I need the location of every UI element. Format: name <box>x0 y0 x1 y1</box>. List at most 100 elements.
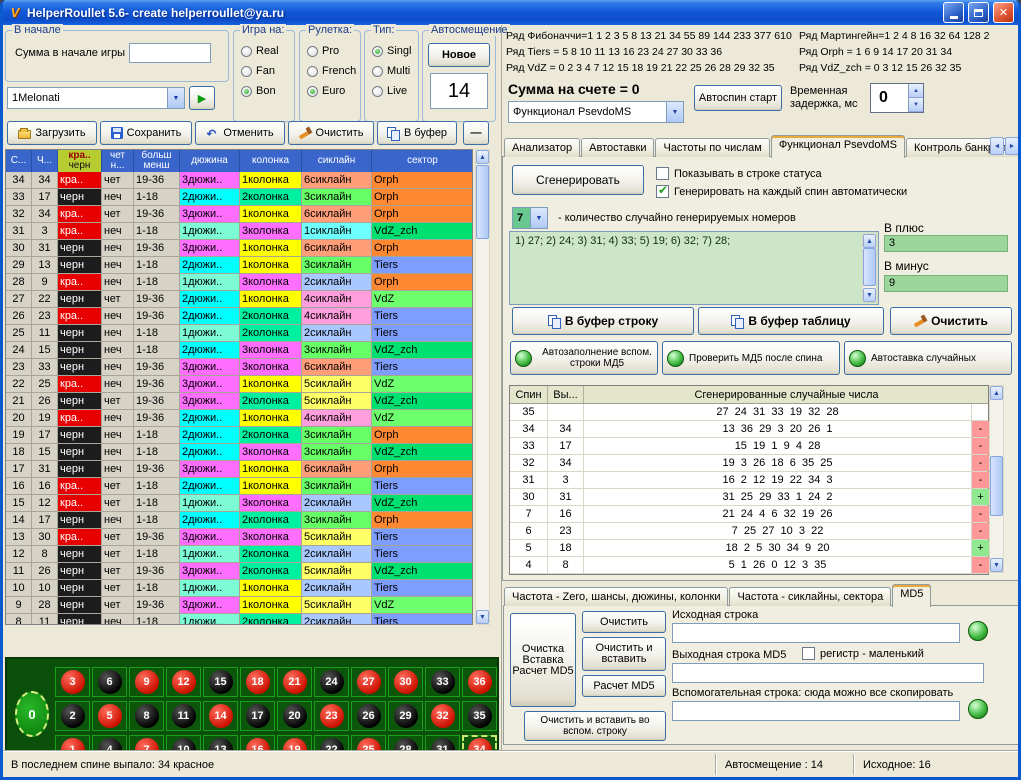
board-cell-32[interactable]: 32 <box>425 701 460 731</box>
tab-number-frequencies[interactable]: Частоты по числам <box>655 138 769 157</box>
history-row-21[interactable]: 2126чернчет19-363дюжи..2колонка5сиклайнV… <box>6 393 472 410</box>
tab-freq-zero-chances-dozens[interactable]: Частота - Zero, шансы, дюжины, колонки <box>504 587 728 606</box>
scroll-down-icon[interactable]: ▼ <box>863 288 876 302</box>
board-cell-3[interactable]: 3 <box>55 667 90 697</box>
radio-real[interactable]: Real <box>237 41 293 61</box>
history-row-32[interactable]: 3234кра..чет19-363дюжи..1колонка6сиклайн… <box>6 206 472 223</box>
random-row-4[interactable]: 485 1 26 0 12 3 35- <box>510 557 988 574</box>
board-cell-15[interactable]: 15 <box>203 667 238 697</box>
radio-pro[interactable]: Pro <box>303 41 359 61</box>
board-cell-6[interactable]: 6 <box>92 667 127 697</box>
clear-button[interactable]: Очистить <box>288 121 374 145</box>
history-row-11[interactable]: 1126чернчет19-363дюжи..2колонка5сиклайнV… <box>6 563 472 580</box>
board-cell-35[interactable]: 35 <box>462 701 497 731</box>
autobet-random-button[interactable]: Автоставка случайных <box>844 341 1012 375</box>
random-row-35[interactable]: 3527 24 31 33 19 32 28 <box>510 404 988 421</box>
radio-bon[interactable]: Bon <box>237 81 293 101</box>
board-cell-33[interactable]: 33 <box>425 667 460 697</box>
copy-line-button[interactable]: В буфер строку <box>512 307 694 335</box>
history-row-16[interactable]: 1616кра..чет1-182дюжи..1колонка3сиклайнT… <box>6 478 472 495</box>
md5-output-input[interactable] <box>672 663 984 683</box>
board-cell-11[interactable]: 11 <box>166 701 201 731</box>
random-row-34[interactable]: 343413 36 29 3 20 26 1- <box>510 421 988 438</box>
md5-clear-paste-aux-button[interactable]: Очистить и вставить во вспом. строку <box>524 711 666 741</box>
generate-button[interactable]: Сгенерировать <box>512 165 644 195</box>
checkbox-lowercase[interactable]: регистр - маленький <box>802 647 924 660</box>
radio-french[interactable]: French <box>303 61 359 81</box>
random-row-5[interactable]: 51818 2 5 30 34 9 20+ <box>510 540 988 557</box>
scroll-thumb[interactable] <box>990 456 1003 516</box>
history-row-13[interactable]: 1330кра..чет19-363дюжи..3колонка5сиклайн… <box>6 529 472 546</box>
scroll-down-icon[interactable]: ▼ <box>476 610 489 624</box>
history-row-23[interactable]: 2333черннеч19-363дюжи..3колонка6сиклайнT… <box>6 359 472 376</box>
autospin-start-button[interactable]: Автоспин старт <box>694 85 782 111</box>
board-cell-23[interactable]: 23 <box>314 701 349 731</box>
history-row-15[interactable]: 1512кра..чет1-181дюжи..3колонка2сиклайнV… <box>6 495 472 512</box>
tab-pseudoms-functional[interactable]: Функционал PsevdoMS <box>771 135 905 158</box>
undo-button[interactable]: Отменить <box>195 121 285 145</box>
copy-button[interactable]: В буфер <box>377 121 457 145</box>
minimize-button[interactable] <box>943 2 964 23</box>
radio-multi[interactable]: Multi <box>368 61 417 81</box>
history-row-10[interactable]: 1010чернчет1-181дюжи..1колонка2сиклайнTi… <box>6 580 472 597</box>
tab-freq-sixlines-sectors[interactable]: Частота - сиклайны, сектора <box>729 587 891 606</box>
history-row-8[interactable]: 811черннеч1-181дюжи..2колонка2сиклайнTie… <box>6 614 472 625</box>
radio-live[interactable]: Live <box>368 81 417 101</box>
history-scrollbar[interactable]: ▲ ▼ <box>475 149 490 625</box>
board-cell-27[interactable]: 27 <box>351 667 386 697</box>
board-cell-26[interactable]: 26 <box>351 701 386 731</box>
green-sphere-button[interactable] <box>968 621 988 641</box>
close-button[interactable]: ✕ <box>993 2 1014 23</box>
board-cell-20[interactable]: 20 <box>277 701 312 731</box>
scroll-thumb[interactable] <box>863 248 876 286</box>
radio-fan[interactable]: Fan <box>237 61 293 81</box>
history-row-25[interactable]: 2511черннеч1-181дюжи..2колонка2сиклайнTi… <box>6 325 472 342</box>
board-cell-12[interactable]: 12 <box>166 667 201 697</box>
start-sum-input[interactable] <box>129 43 211 63</box>
history-row-31[interactable]: 313кра..неч1-181дюжи..3колонка1сиклайнVd… <box>6 223 472 240</box>
preset-combobox[interactable]: 1Melonati ▼ <box>7 87 185 109</box>
history-row-12[interactable]: 128чернчет1-181дюжи..2колонка2сиклайнTie… <box>6 546 472 563</box>
history-row-26[interactable]: 2623кра..неч19-362дюжи..2колонка4сиклайн… <box>6 308 472 325</box>
check-md5-button[interactable]: Проверить МД5 после спина <box>662 341 840 375</box>
random-row-32[interactable]: 323419 3 26 18 6 35 25- <box>510 455 988 472</box>
spin-up-icon[interactable]: ▲ <box>909 84 923 98</box>
copy-table-button[interactable]: В буфер таблицу <box>698 307 884 335</box>
spin-down-icon[interactable]: ▼ <box>909 98 923 112</box>
collapse-button[interactable]: — <box>463 121 489 145</box>
tab-autobets[interactable]: Автоставки <box>581 138 654 157</box>
scroll-thumb[interactable] <box>476 165 489 239</box>
autoshift-new-button[interactable]: Новое <box>428 43 490 67</box>
history-row-28[interactable]: 289кра..неч1-181дюжи..3колонка2сиклайнOr… <box>6 274 472 291</box>
board-cell-36[interactable]: 36 <box>462 667 497 697</box>
history-row-34[interactable]: 3434кра..чет19-363дюжи..1колонка6сиклайн… <box>6 172 472 189</box>
history-row-29[interactable]: 2913черннеч1-182дюжи..1колонка3сиклайнTi… <box>6 257 472 274</box>
delay-spinner[interactable]: 0 ▲ ▼ <box>870 83 924 113</box>
history-row-22[interactable]: 2225кра..неч19-363дюжи..1колонка5сиклайн… <box>6 376 472 393</box>
history-row-14[interactable]: 1417черннеч1-182дюжи..2колонка3сиклайнOr… <box>6 512 472 529</box>
chevron-down-icon[interactable]: ▼ <box>167 88 184 108</box>
play-button[interactable] <box>189 86 215 110</box>
genarea-scrollbar[interactable]: ▲ ▼ <box>862 233 877 303</box>
board-cell-8[interactable]: 8 <box>129 701 164 731</box>
green-sphere-button[interactable] <box>968 699 988 719</box>
tab-scroll-right-icon[interactable]: ► <box>1005 137 1019 155</box>
board-cell-2[interactable]: 2 <box>55 701 90 731</box>
save-button[interactable]: Сохранить <box>100 121 192 145</box>
load-button[interactable]: Загрузить <box>7 121 97 145</box>
random-row-33[interactable]: 331715 19 1 9 4 28- <box>510 438 988 455</box>
random-table-scrollbar[interactable]: ▲ ▼ <box>989 385 1004 573</box>
maximize-button[interactable] <box>968 2 989 23</box>
md5-source-input[interactable] <box>672 623 960 643</box>
random-row-31[interactable]: 31316 2 12 19 22 34 3- <box>510 472 988 489</box>
md5-calc-button[interactable]: Расчет MD5 <box>582 675 666 697</box>
board-cell-29[interactable]: 29 <box>388 701 423 731</box>
board-cell-30[interactable]: 30 <box>388 667 423 697</box>
random-row-30[interactable]: 303131 25 29 33 1 24 2+ <box>510 489 988 506</box>
random-row-7[interactable]: 71621 24 4 6 32 19 26- <box>510 506 988 523</box>
history-row-33[interactable]: 3317черннеч1-182дюжи..2колонка3сиклайнOr… <box>6 189 472 206</box>
md5-aux-input[interactable] <box>672 701 960 721</box>
history-row-20[interactable]: 2019кра..неч19-362дюжи..1колонка4сиклайн… <box>6 410 472 427</box>
tab-scroll-left-icon[interactable]: ◄ <box>990 137 1004 155</box>
radio-euro[interactable]: Euro <box>303 81 359 101</box>
